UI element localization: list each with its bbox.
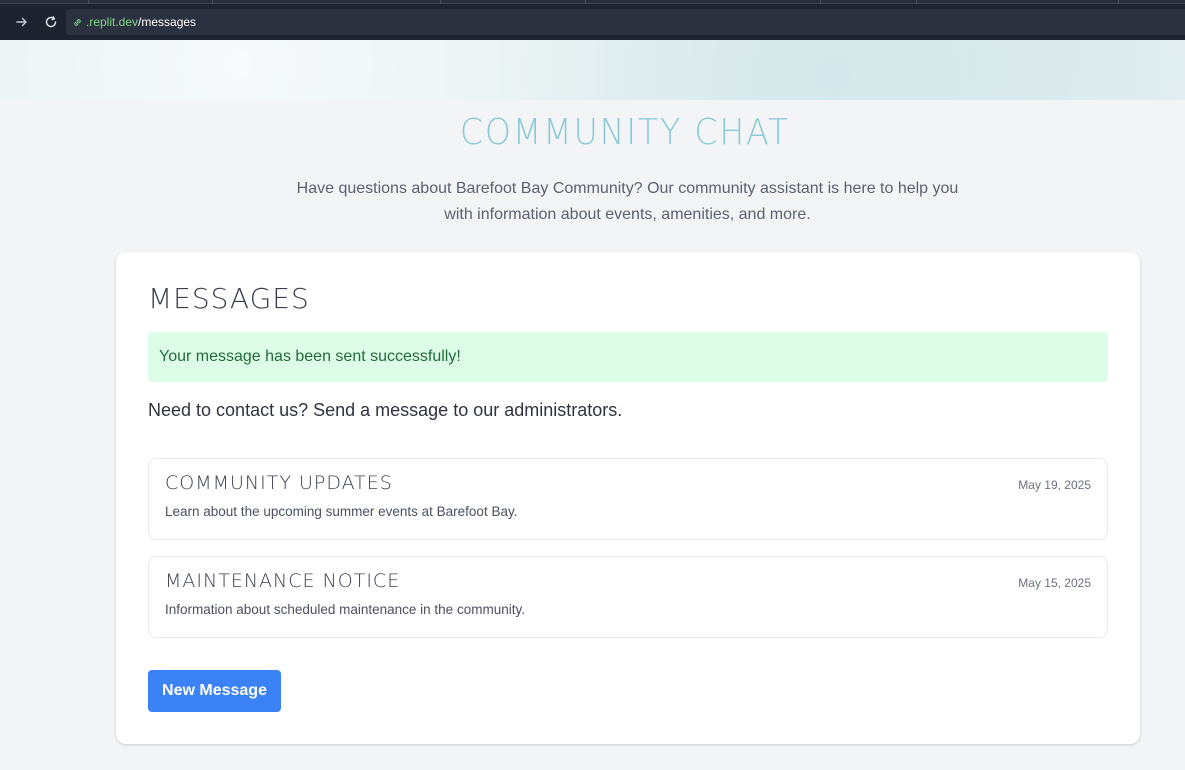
url-domain: .replit.dev [86,15,139,29]
forward-icon [16,17,27,27]
message-item[interactable]: MAINTENANCE NOTICE May 15, 2025 Informat… [148,556,1108,638]
messages-card: MESSAGES Your message has been sent succ… [116,252,1140,744]
message-date: May 15, 2025 [1018,576,1091,590]
forward-button[interactable] [9,9,35,35]
address-bar[interactable]: .replit.dev/messages [66,9,1185,35]
message-item[interactable]: COMMUNITY UPDATES May 19, 2025 Learn abo… [148,458,1108,540]
reload-button[interactable] [38,9,64,35]
message-title: MAINTENANCE NOTICE [165,570,401,592]
link-icon [72,17,83,28]
reload-icon [45,16,57,28]
tab-strip [0,0,1185,4]
browser-toolbar: .replit.dev/messages [0,0,1185,40]
message-body: Learn about the upcoming summer events a… [165,504,518,519]
contact-prompt: Need to contact us? Send a message to ou… [148,400,623,420]
message-title: COMMUNITY UPDATES [165,472,393,494]
intro-text: Have questions about Barefoot Bay Commun… [296,180,959,223]
url-path: /messages [138,15,197,29]
success-alert: Your message has been sent successfully! [148,332,1108,382]
page-title: COMMUNITY CHAT [459,112,791,153]
new-message-button[interactable]: New Message [148,670,281,712]
messages-heading: MESSAGES [148,282,310,315]
hero-banner [0,40,1185,100]
message-date: May 19, 2025 [1018,478,1091,492]
message-body: Information about scheduled maintenance … [165,602,525,617]
